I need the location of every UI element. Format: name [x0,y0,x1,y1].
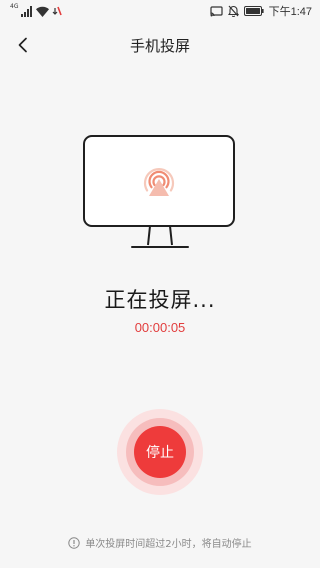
status-bar-time: 下午1:47 [268,6,312,18]
screen-cast-page: 4G 下午1:47 手机投屏 正在投屏... 00:00:05 停止 单次投屏时… [0,0,320,568]
data-off-icon [53,6,63,16]
elapsed-timer: 00:00:05 [134,320,186,335]
status-bar-left: 4G [10,3,63,19]
info-icon [68,536,81,549]
footer-note: 单次投屏时间超过2小时，将自动停止 [0,535,320,550]
status-bar-right: 下午1:47 [209,3,312,19]
wifi-icon [36,6,50,17]
battery-icon [243,6,264,16]
stop-button[interactable]: 停止 [134,426,186,478]
network-type-label: 4G [10,3,19,10]
monitor-illustration [83,135,235,248]
signal-icon [21,5,33,17]
nav-bar: 手机投屏 [0,22,320,68]
cast-status-text: 正在投屏... [104,288,216,312]
footer-note-text: 单次投屏时间超过2小时，将自动停止 [85,539,252,550]
mute-icon [227,5,239,17]
status-bar: 4G 下午1:47 [0,0,320,22]
monitor-stand [147,225,173,246]
page-title: 手机投屏 [129,37,190,55]
cast-icon [209,5,223,16]
